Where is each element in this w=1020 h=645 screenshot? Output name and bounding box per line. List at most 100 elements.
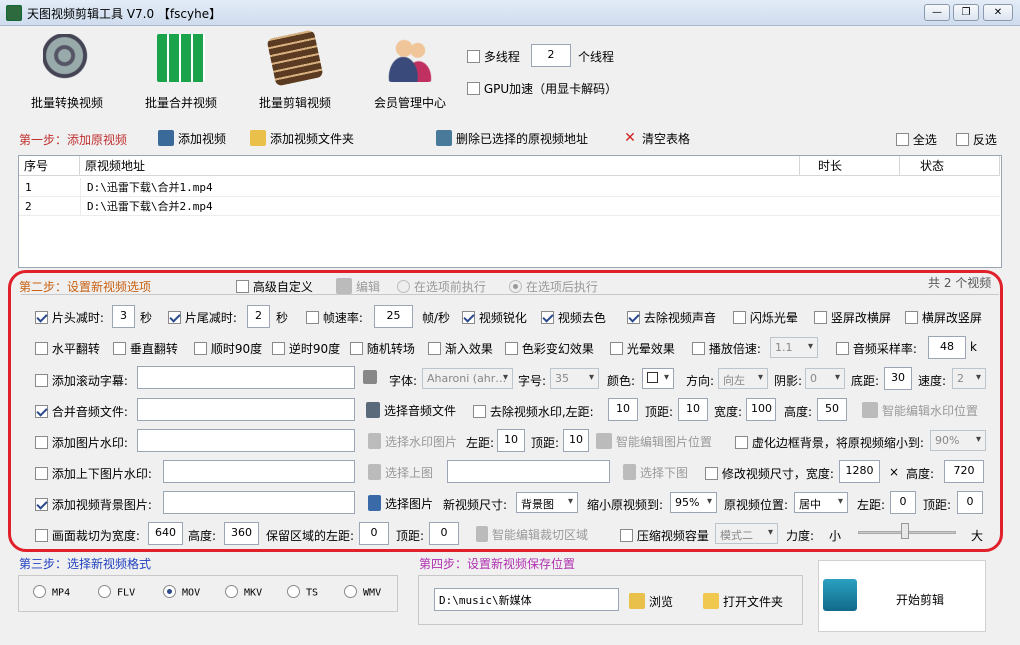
start-edit-button[interactable]: 开始剪辑 xyxy=(818,560,986,632)
h2v-checkbox[interactable] xyxy=(905,311,918,324)
col-path-header[interactable]: 原视频地址 xyxy=(80,156,800,176)
crop-top-input[interactable]: 0 xyxy=(429,522,459,545)
bg-top-input[interactable]: 0 xyxy=(957,491,983,514)
choose-audio-button[interactable]: 选择音频文件 xyxy=(366,401,456,420)
tail-cut-input[interactable]: 2 xyxy=(247,305,270,328)
compress-checkbox[interactable] xyxy=(620,529,633,542)
remove-watermark-option[interactable]: 去除视频水印,左距: xyxy=(473,403,594,420)
delete-selected-button[interactable]: 删除已选择的原视频地址 xyxy=(436,129,588,148)
multithread-checkbox[interactable] xyxy=(467,50,480,63)
fps-checkbox[interactable] xyxy=(306,311,319,324)
hflip-checkbox[interactable] xyxy=(35,342,48,355)
hflip-option[interactable]: 水平翻转 xyxy=(35,340,100,357)
save-path-input[interactable]: D:\music\新媒体 xyxy=(434,588,619,611)
format-mkv-radio[interactable]: MKV xyxy=(225,585,262,599)
color-picker[interactable] xyxy=(642,368,674,389)
force-slider-thumb[interactable] xyxy=(901,523,909,539)
resize-width-input[interactable]: 1280 xyxy=(839,460,880,483)
wm-top-input[interactable]: 10 xyxy=(678,398,708,421)
flash-checkbox[interactable] xyxy=(733,311,746,324)
cw90-checkbox[interactable] xyxy=(194,342,207,355)
edit-button[interactable]: 编辑 xyxy=(336,277,380,296)
mp4-radio-dot[interactable] xyxy=(33,585,46,598)
tail-cut-option[interactable]: 片尾减时: xyxy=(168,309,237,326)
merge-audio-option[interactable]: 合并音频文件: xyxy=(35,403,128,420)
batch-convert-button[interactable]: 批量转换视频 xyxy=(12,34,122,114)
scroll-speed-select[interactable]: 2 xyxy=(952,368,986,389)
bottom-input[interactable]: 30 xyxy=(884,367,912,390)
head-cut-checkbox[interactable] xyxy=(35,311,48,324)
img-left-input[interactable]: 10 xyxy=(497,429,525,452)
blur-background-option[interactable]: 虚化边框背景，将原视频缩小到: xyxy=(735,434,924,451)
speed-option[interactable]: 播放倍速: xyxy=(692,340,761,357)
add-video-button[interactable]: 添加视频 xyxy=(158,129,226,148)
wm-left-input[interactable]: 10 xyxy=(608,398,638,421)
thread-count-input[interactable]: 2 xyxy=(531,44,571,67)
minimize-button[interactable]: — xyxy=(924,4,950,21)
format-wmv-radio[interactable]: WMV xyxy=(344,585,381,599)
speed-select[interactable]: 1.1 xyxy=(770,337,818,358)
clear-table-button[interactable]: ✕ 清空表格 xyxy=(622,130,690,148)
v2h-option[interactable]: 竖屏改横屏 xyxy=(814,309,891,326)
subtitle-text-input[interactable] xyxy=(137,366,355,389)
random-transition-option[interactable]: 随机转场 xyxy=(350,340,415,357)
sample-rate-checkbox[interactable] xyxy=(836,342,849,355)
head-cut-input[interactable]: 3 xyxy=(112,305,135,328)
after-options-radio[interactable]: 在选项后执行 xyxy=(509,278,598,295)
format-ts-radio[interactable]: TS xyxy=(287,585,318,599)
image-watermark-checkbox[interactable] xyxy=(35,436,48,449)
audio-file-input[interactable] xyxy=(137,398,355,421)
mute-checkbox[interactable] xyxy=(627,311,640,324)
crop-width-input[interactable]: 640 xyxy=(148,522,183,545)
format-flv-radio[interactable]: FLV xyxy=(98,585,135,599)
scroll-subtitle-option[interactable]: 添加滚动字幕: xyxy=(35,372,128,389)
choose-bottom-image-button[interactable]: 选择下图 xyxy=(623,463,688,482)
fadein-option[interactable]: 渐入效果 xyxy=(428,340,493,357)
font-size-select[interactable]: 35 xyxy=(550,368,599,389)
cw90-option[interactable]: 顺时90度 xyxy=(194,340,262,357)
mov-radio-dot[interactable] xyxy=(163,585,176,598)
wm-height-input[interactable]: 50 xyxy=(817,398,847,421)
before-radio-dot[interactable] xyxy=(397,280,410,293)
decolor-checkbox[interactable] xyxy=(541,311,554,324)
scroll-subtitle-checkbox[interactable] xyxy=(35,374,48,387)
wm-width-input[interactable]: 100 xyxy=(746,398,776,421)
fps-option[interactable]: 帧速率: xyxy=(306,309,363,326)
choose-top-image-button[interactable]: 选择上图 xyxy=(368,463,433,482)
blur-scale-select[interactable]: 90% xyxy=(930,430,986,451)
compress-option[interactable]: 压缩视频容量 xyxy=(620,527,709,544)
sharpen-option[interactable]: 视频锐化 xyxy=(462,309,527,326)
colorfx-option[interactable]: 色彩变幻效果 xyxy=(505,340,594,357)
member-center-button[interactable]: 会员管理中心 xyxy=(355,34,465,114)
maximize-button[interactable]: ❐ xyxy=(953,4,979,21)
halo-checkbox[interactable] xyxy=(610,342,623,355)
flash-option[interactable]: 闪烁光晕 xyxy=(733,309,798,326)
multithread-option[interactable]: 多线程 xyxy=(467,48,520,65)
smart-watermark-button[interactable]: 智能编辑水印位置 xyxy=(862,401,978,420)
ccw90-option[interactable]: 逆时90度 xyxy=(272,340,340,357)
gpu-option[interactable]: GPU加速（用显卡解码） xyxy=(467,80,617,97)
col-duration-header[interactable]: 时长 xyxy=(800,156,900,176)
sample-rate-input[interactable]: 48 xyxy=(928,336,966,359)
updown-watermark-checkbox[interactable] xyxy=(35,467,48,480)
mkv-radio-dot[interactable] xyxy=(225,585,238,598)
background-image-checkbox[interactable] xyxy=(35,498,48,511)
sharpen-checkbox[interactable] xyxy=(462,311,475,324)
font-select[interactable]: Aharoni (ahr… xyxy=(422,368,513,389)
vflip-checkbox[interactable] xyxy=(113,342,126,355)
shadow-select[interactable]: 0 xyxy=(805,368,845,389)
bottom-image-input[interactable] xyxy=(447,460,610,483)
table-row-index[interactable]: 1 xyxy=(19,178,80,197)
after-radio-dot[interactable] xyxy=(509,280,522,293)
ccw90-checkbox[interactable] xyxy=(272,342,285,355)
resize-video-checkbox[interactable] xyxy=(705,467,718,480)
open-folder-button[interactable]: 打开文件夹 xyxy=(703,592,783,611)
shrink-select[interactable]: 95% xyxy=(670,492,717,513)
tail-cut-checkbox[interactable] xyxy=(168,311,181,324)
resize-height-input[interactable]: 720 xyxy=(944,460,984,483)
gpu-checkbox[interactable] xyxy=(467,82,480,95)
v2h-checkbox[interactable] xyxy=(814,311,827,324)
crop-option[interactable]: 画面裁切为宽度: xyxy=(35,527,140,544)
background-image-input[interactable] xyxy=(163,491,355,514)
img-top-input[interactable]: 10 xyxy=(563,429,589,452)
